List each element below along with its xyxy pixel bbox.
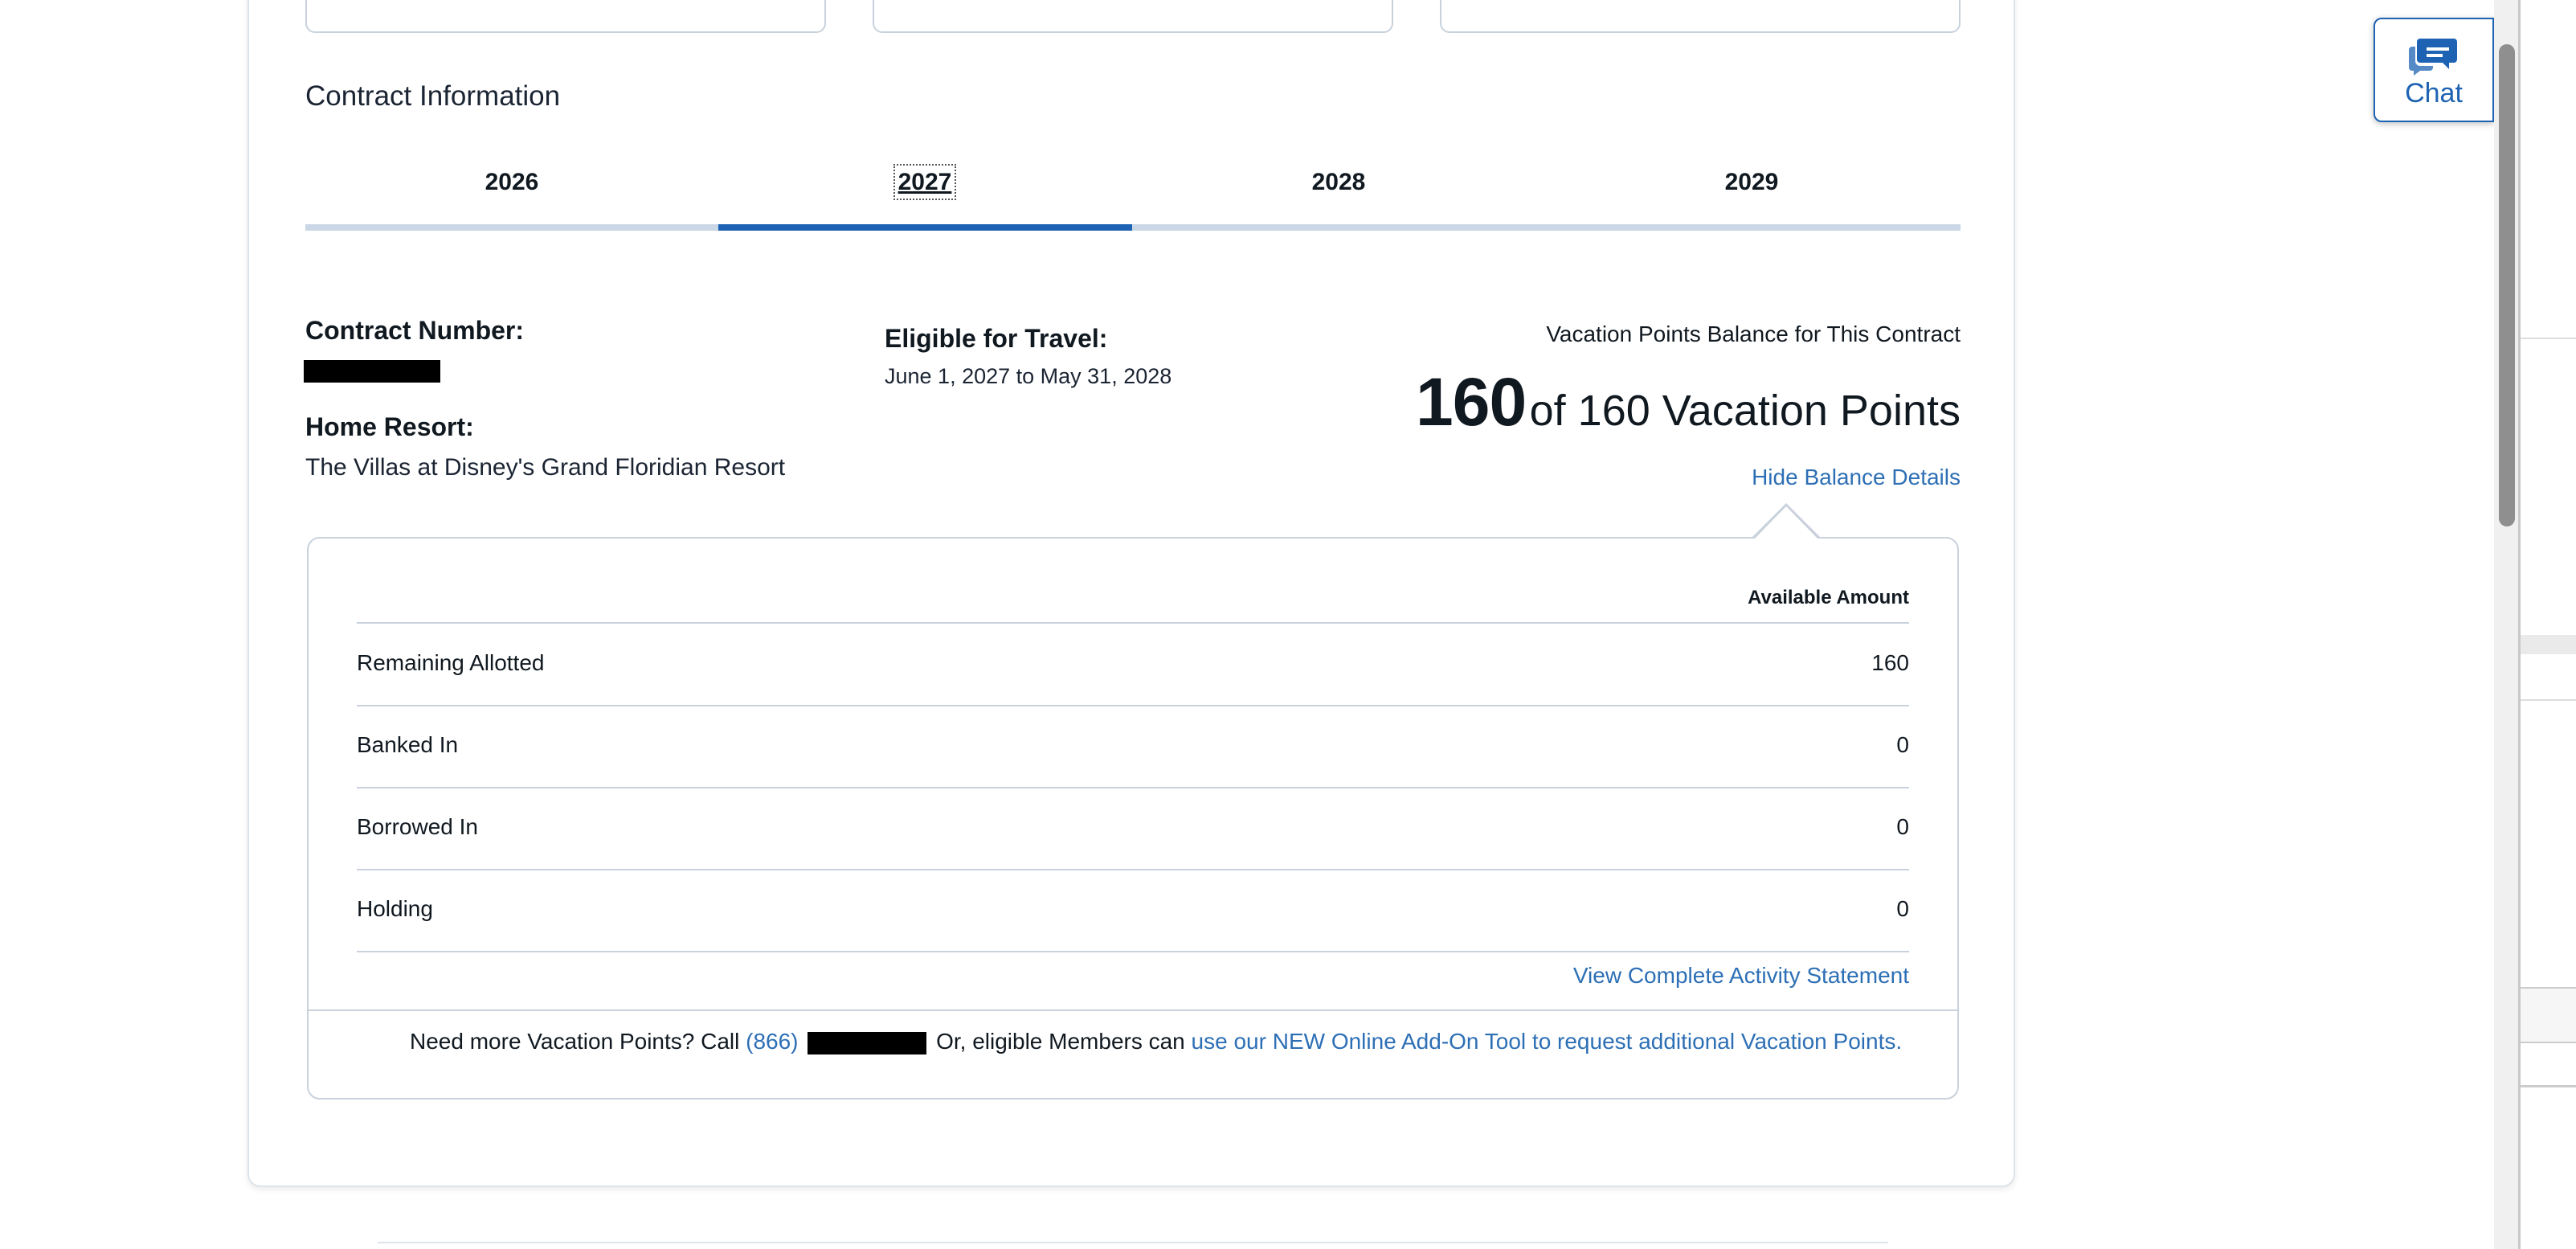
next-card-edge: [378, 1242, 1888, 1247]
tab-track: [305, 224, 1961, 231]
add-on-tool-link[interactable]: use our NEW Online Add-On Tool to reques…: [1192, 1029, 1903, 1054]
summary-box-2: [873, 0, 1393, 33]
row-label: Banked In: [357, 732, 459, 757]
table-row: Holding 0: [357, 870, 1909, 951]
row-amount: 0: [1896, 814, 1909, 839]
column-header-available-amount: Available Amount: [1748, 587, 1909, 608]
row-divider: [357, 951, 1909, 952]
summary-box-1: [305, 0, 826, 33]
row-label: Holding: [357, 896, 433, 921]
tab-2028[interactable]: 2028: [1132, 169, 1545, 196]
pane-divider: [2521, 1085, 2576, 1087]
row-label: Borrowed In: [357, 814, 478, 839]
add-points-prefix: Need more Vacation Points? Call: [410, 1029, 746, 1054]
points-current: 160: [1416, 364, 1527, 440]
pane-divider: [2521, 338, 2576, 339]
tab-2027[interactable]: 2027: [718, 164, 1131, 200]
pane-cells: [2521, 987, 2576, 1043]
view-activity-statement-link[interactable]: View Complete Activity Statement: [1573, 963, 1909, 989]
table-row: Banked In 0: [357, 706, 1909, 787]
home-resort-label: Home Resort:: [305, 412, 474, 441]
row-amount: 160: [1871, 650, 1909, 675]
travel-dates: June 1, 2027 to May 31, 2028: [885, 364, 1172, 388]
footer-divider: [309, 1009, 1957, 1011]
summary-box-3: [1440, 0, 1961, 33]
chat-bubble-icon: [2409, 39, 2457, 76]
add-points-message: Need more Vacation Points? Call (866) Or…: [410, 1029, 1902, 1054]
tab-2026[interactable]: 2026: [305, 169, 718, 196]
travel-label: Eligible for Travel:: [885, 324, 1108, 353]
header-divider: [357, 622, 1909, 624]
pane-divider: [2521, 699, 2576, 701]
phone-redacted: [808, 1031, 927, 1054]
contract-number-redacted: [304, 360, 440, 383]
table-row: Borrowed In 0: [357, 788, 1909, 869]
pane-band: [2521, 635, 2576, 654]
tab-2029[interactable]: 2029: [1545, 169, 1958, 196]
contract-number-label: Contract Number:: [305, 316, 525, 345]
row-label: Remaining Allotted: [357, 650, 545, 675]
adjacent-window-edge: [2518, 0, 2576, 1249]
points-balance: 160 of 160 Vacation Points: [1416, 363, 1961, 441]
add-points-middle: Or, eligible Members can: [930, 1029, 1192, 1054]
points-total: of 160 Vacation Points: [1529, 387, 1961, 435]
table-row: Remaining Allotted 160: [357, 624, 1909, 705]
row-amount: 0: [1896, 896, 1909, 921]
balance-caption: Vacation Points Balance for This Contrac…: [1546, 321, 1961, 346]
chat-button[interactable]: Chat: [2374, 18, 2494, 122]
chat-label: Chat: [2405, 78, 2463, 109]
panel-pointer-fill: [1755, 506, 1818, 539]
row-amount: 0: [1896, 732, 1909, 757]
active-tab-indicator: [718, 224, 1132, 231]
hide-balance-details-link[interactable]: Hide Balance Details: [1752, 465, 1961, 490]
section-title: Contract Information: [305, 80, 561, 112]
phone-link[interactable]: (866): [746, 1029, 798, 1054]
scrollbar-thumb[interactable]: [2499, 44, 2515, 526]
home-resort-value: The Villas at Disney's Grand Floridian R…: [305, 454, 786, 481]
